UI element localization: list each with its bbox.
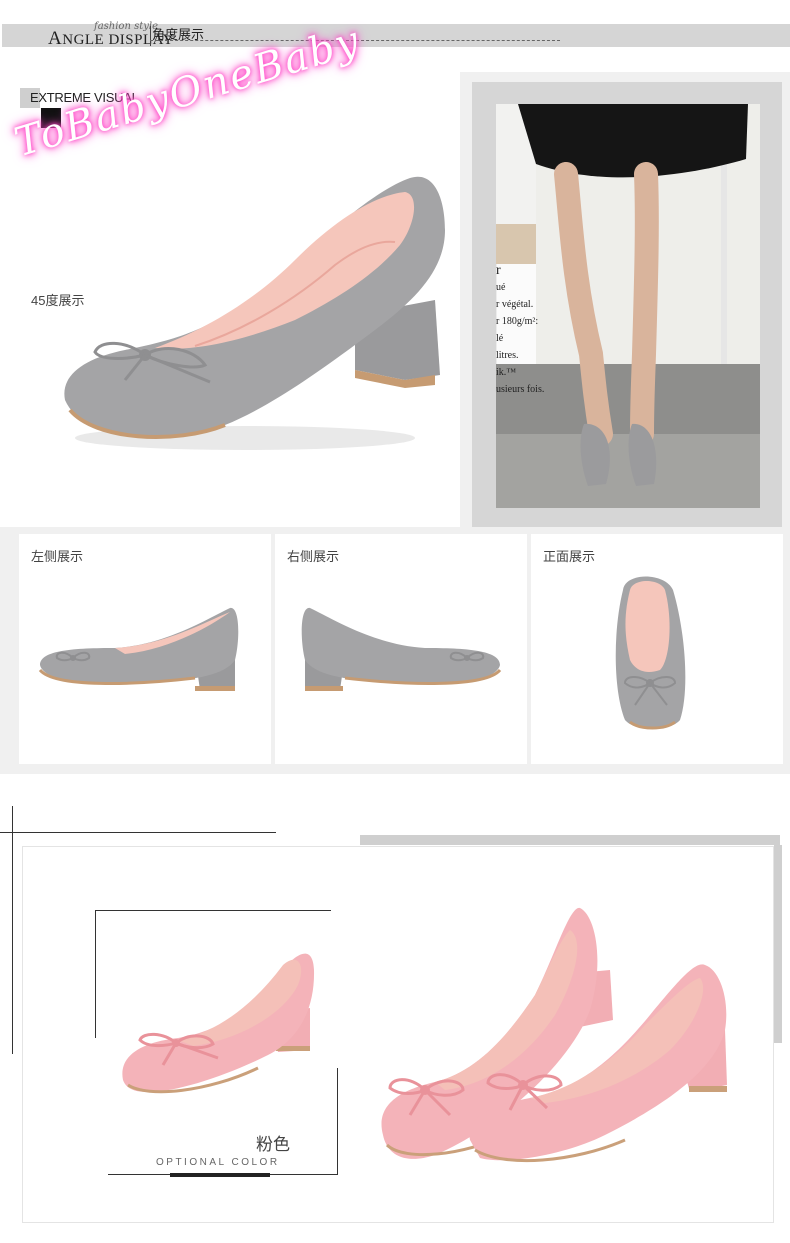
photo-sign-line: ik.™: [496, 367, 517, 378]
photo-sign-line: litres.: [496, 350, 519, 361]
photo-sign-line: usieurs fois.: [496, 384, 545, 395]
decor-line: [0, 832, 276, 833]
decor-frame-line: [95, 910, 96, 1038]
color-name-label: 粉色: [256, 1135, 290, 1154]
photo-sign-line: ué: [496, 282, 506, 293]
watermark-text: ToBabyOneBaby: [9, 17, 366, 167]
right-view-shoe-image: [301, 607, 502, 691]
left-view-label: 左侧展示: [31, 549, 84, 564]
color-label-underline: [170, 1173, 270, 1177]
front-view-shoe-image: [615, 576, 686, 730]
decor-frame-line: [95, 910, 331, 911]
pink-shoe-pair-image: [381, 907, 727, 1163]
photo-sign-line: lé: [496, 333, 504, 344]
front-view-label: 正面展示: [543, 549, 596, 564]
photo-sign-line: r 180g/m²:: [496, 316, 539, 327]
decor-frame-line: [337, 1068, 338, 1175]
color-option-label: OPTIONAL COLOR: [156, 1157, 280, 1168]
decor-gray-bar: [360, 835, 780, 845]
decor-gray-bar-vertical: [774, 845, 782, 1043]
pink-shoe-single-image: [122, 953, 315, 1094]
photo-sign-line: r: [496, 263, 501, 278]
right-view-label: 右侧展示: [287, 549, 340, 564]
photo-sign-line: r végétal.: [496, 299, 534, 310]
decor-line: [12, 806, 13, 1054]
model-photo: r ué r végétal. r 180g/m²: lé litres. ik…: [496, 104, 760, 508]
left-view-shoe-image: [38, 607, 239, 691]
